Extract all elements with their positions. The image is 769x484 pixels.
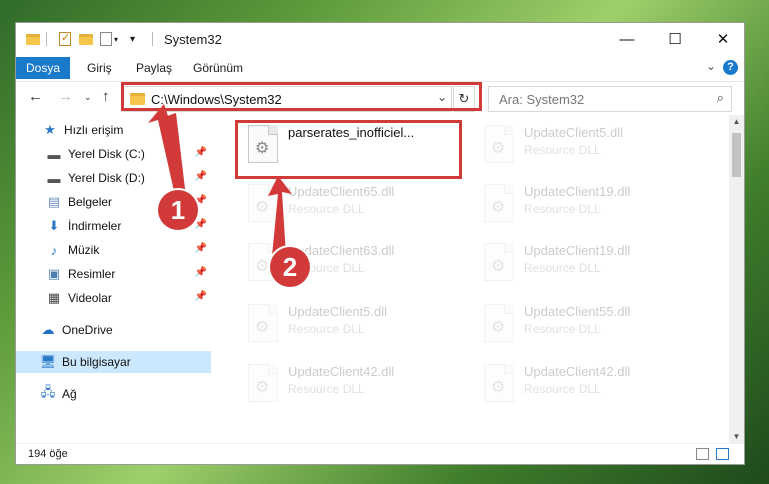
arrow-2 <box>268 176 292 256</box>
annotation-arrows <box>148 104 292 256</box>
arrow-1 <box>148 104 186 200</box>
step-1-callout: 1 <box>158 190 198 230</box>
step-2-callout: 2 <box>270 247 310 287</box>
